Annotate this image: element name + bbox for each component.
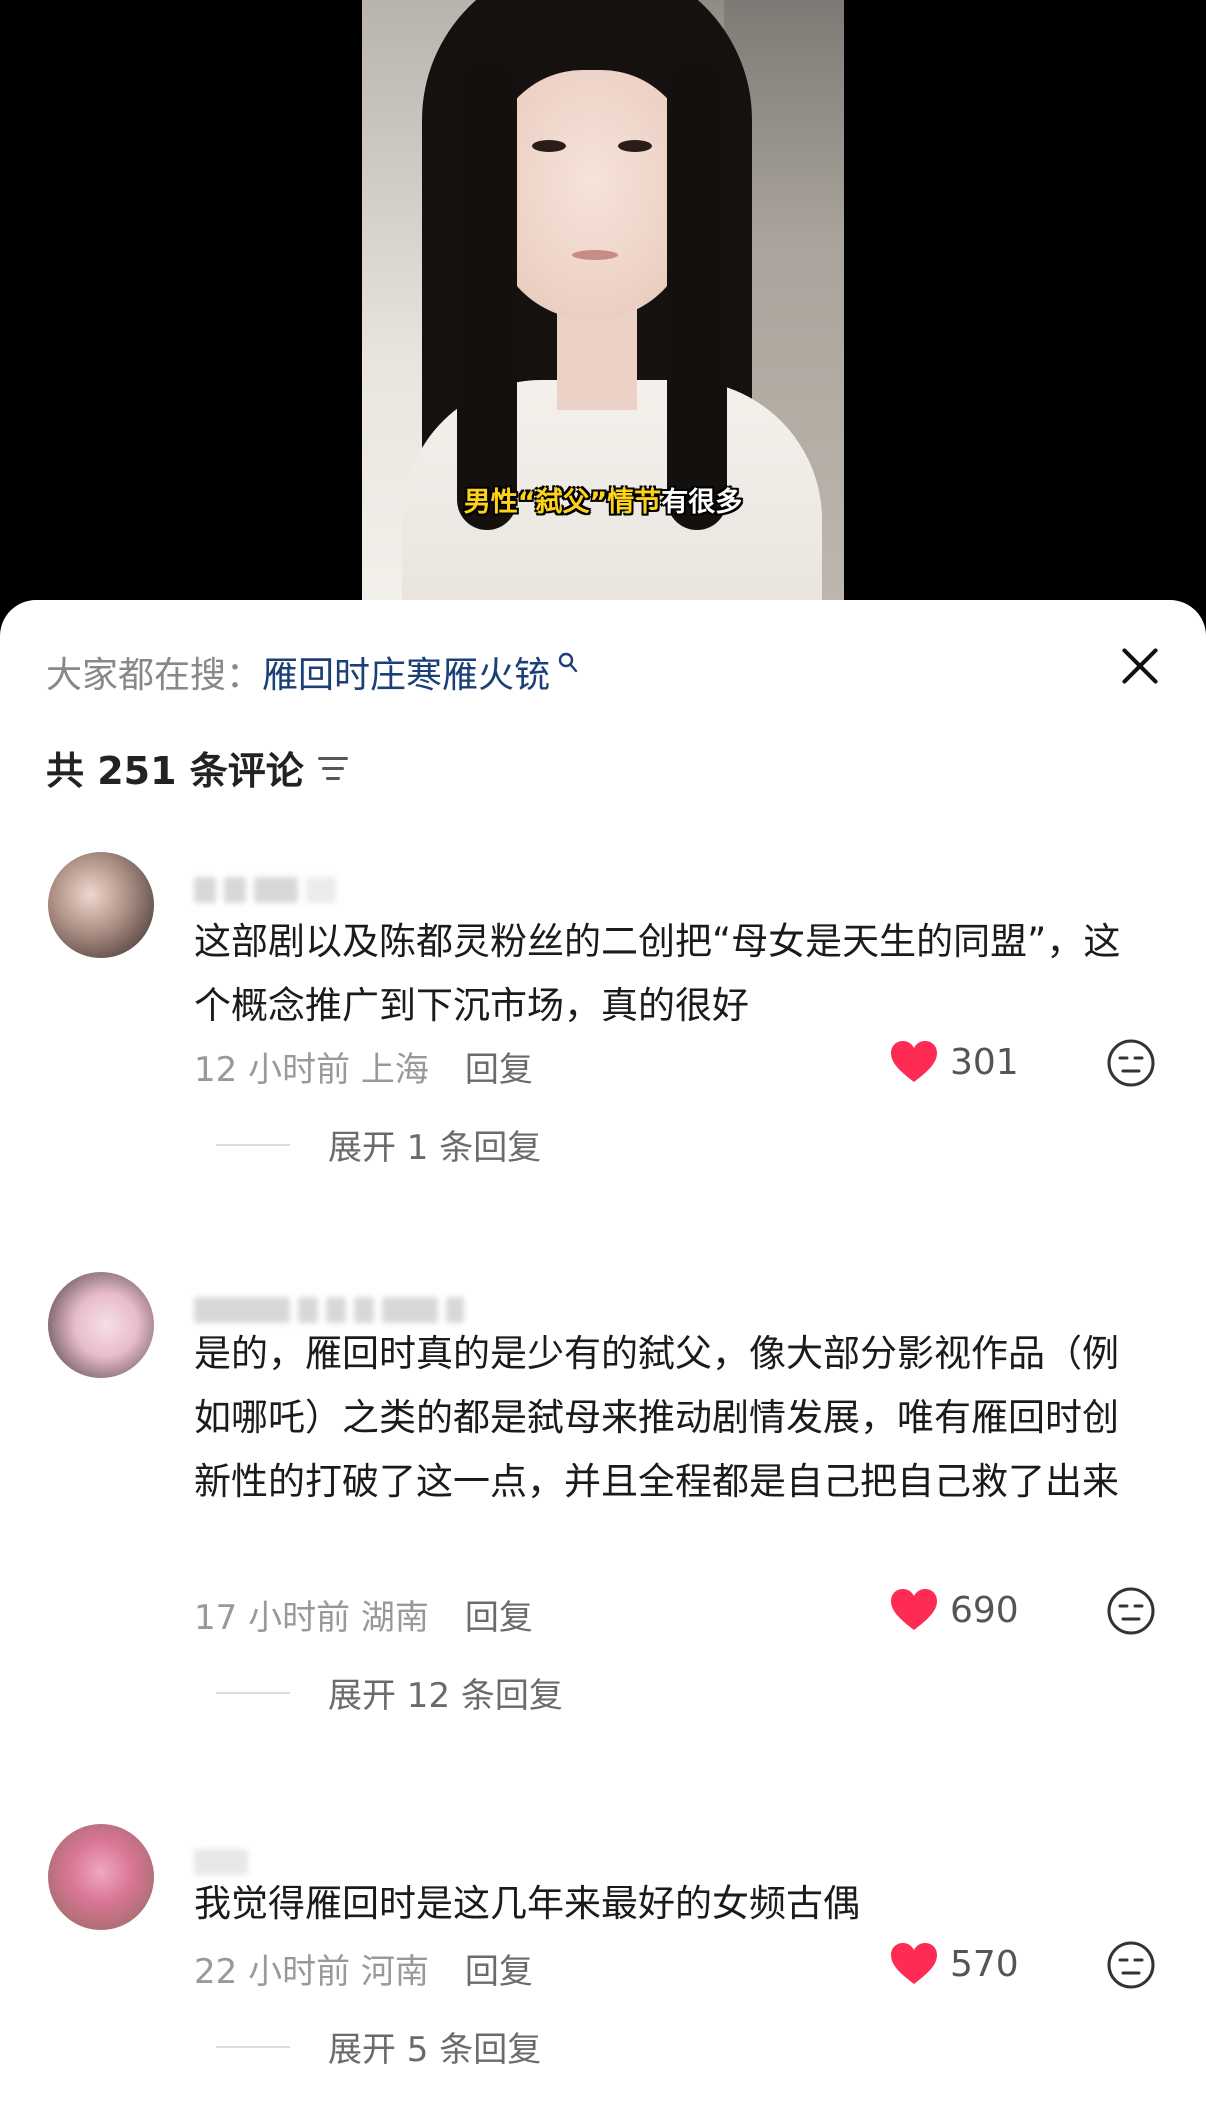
trending-search[interactable]: 大家都在搜：雁回时庄寒雁火铳 [46, 646, 578, 698]
divider-line [216, 1143, 290, 1146]
video-subject-eye [618, 140, 652, 152]
divider-line [216, 2045, 290, 2048]
search-icon [550, 652, 578, 680]
comment-text: 这部剧以及陈都灵粉丝的二创把“母女是天生的同盟”，这个概念推广到下沉市场，真的很… [194, 920, 1121, 1027]
video-subject-hair-front [667, 60, 727, 530]
video-player[interactable]: 男性“弑父”情节有很多 [0, 0, 1206, 640]
comment-meta: 17 小时前 湖南 回复 [194, 1590, 533, 1639]
emoji-face-icon[interactable] [1106, 1586, 1156, 1636]
reply-button[interactable]: 回复 [465, 1042, 533, 1091]
video-caption: 男性“弑父”情节有很多 [362, 480, 844, 519]
emoji-face-icon[interactable] [1106, 1038, 1156, 1088]
heart-icon [891, 1589, 937, 1630]
comment-time: 22 小时前 [194, 1952, 351, 1992]
video-subject-hair-front [457, 60, 517, 530]
expand-replies-button[interactable]: 展开 1 条回复 [216, 1120, 541, 1169]
expand-replies-label: 展开 5 条回复 [328, 2030, 542, 2070]
trending-search-label: 大家都在搜： [46, 655, 263, 696]
comment-time: 12 小时前 [194, 1050, 351, 1090]
expand-replies-label: 展开 12 条回复 [328, 1676, 563, 1716]
caption-part: 情节 [607, 487, 662, 518]
caption-part: 有很多 [661, 487, 743, 518]
like-count: 570 [950, 1943, 1019, 1985]
heart-icon [891, 1041, 937, 1082]
caption-part: 男性 [463, 487, 518, 518]
comment-meta: 12 小时前 上海 回复 [194, 1042, 533, 1091]
comment-location: 上海 [360, 1050, 429, 1090]
like-button[interactable]: 570 [890, 1942, 1019, 1986]
comment-count: 共 251 条评论 [46, 749, 304, 793]
avatar[interactable] [48, 1272, 154, 1378]
trending-search-term[interactable]: 雁回时庄寒雁火铳 [262, 655, 550, 696]
video-subject-face [492, 70, 692, 320]
comment-meta: 22 小时前 河南 回复 [194, 1944, 533, 1993]
like-button[interactable]: 301 [890, 1040, 1019, 1084]
comment-sheet: 大家都在搜：雁回时庄寒雁火铳 共 251 条评论 这部剧以及陈都灵粉丝的二创把“… [0, 600, 1206, 2124]
like-button[interactable]: 690 [890, 1588, 1019, 1632]
video-subject-mouth [572, 250, 618, 260]
comment-text: 我觉得雁回时是这几年来最好的女频古偶 [194, 1882, 860, 1925]
video-frame[interactable]: 男性“弑父”情节有很多 [362, 0, 844, 600]
comment-text: 是的，雁回时真的是少有的弑父，像大部分影视作品（例如哪吒）之类的都是弑母来推动剧… [194, 1332, 1119, 1503]
like-count: 301 [950, 1041, 1019, 1083]
sort-icon[interactable] [317, 755, 350, 781]
video-subject-eye [532, 140, 566, 152]
avatar[interactable] [48, 852, 154, 958]
expand-replies-button[interactable]: 展开 5 条回复 [216, 2022, 541, 2071]
expand-replies-button[interactable]: 展开 12 条回复 [216, 1668, 563, 1717]
comment-location: 湖南 [360, 1598, 429, 1638]
comment-location: 河南 [360, 1952, 429, 1992]
reply-button[interactable]: 回复 [465, 1590, 533, 1639]
divider-line [216, 1691, 290, 1694]
close-icon[interactable] [1118, 644, 1162, 688]
emoji-face-icon[interactable] [1106, 1940, 1156, 1990]
comment-time: 17 小时前 [194, 1598, 351, 1638]
avatar[interactable] [48, 1824, 154, 1930]
comment-count-row[interactable]: 共 251 条评论 [46, 740, 350, 795]
caption-part: “弑父” [517, 487, 608, 518]
username-blurred[interactable] [194, 870, 336, 910]
expand-replies-label: 展开 1 条回复 [328, 1128, 542, 1168]
like-count: 690 [950, 1589, 1019, 1631]
heart-icon [891, 1943, 937, 1984]
reply-button[interactable]: 回复 [465, 1944, 533, 1993]
